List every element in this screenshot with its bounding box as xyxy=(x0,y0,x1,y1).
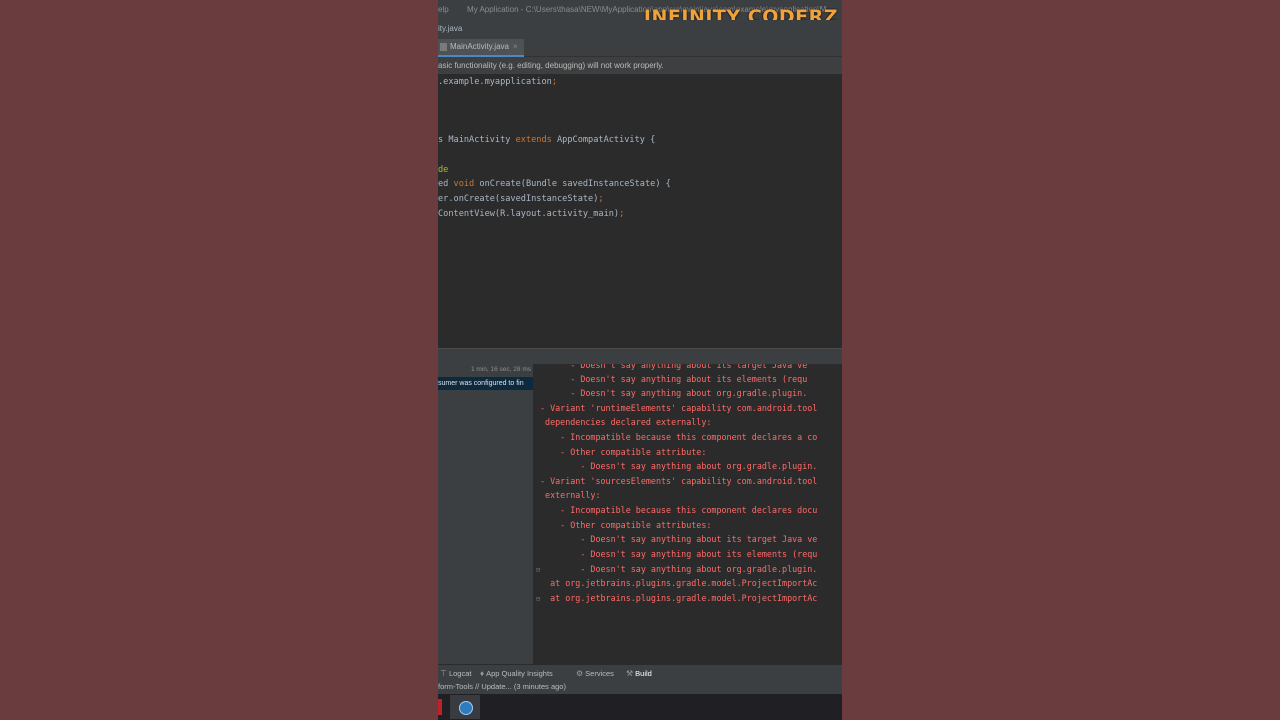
background-left xyxy=(0,0,438,720)
console-line: dependencies declared externally: xyxy=(540,417,712,427)
warning-banner: asic functionality (e.g. editing, debugg… xyxy=(438,57,842,74)
console-line: externally: xyxy=(540,490,601,500)
code-line: de xyxy=(438,165,449,175)
build-tree-selected-item[interactable]: sumer was configured to fin xyxy=(438,377,533,390)
insights-icon: ♦ xyxy=(480,669,485,678)
console-line: - Doesn't say anything about org.gradle.… xyxy=(540,461,818,471)
console-line: at org.jetbrains.plugins.gradle.model.Pr… xyxy=(540,578,818,588)
fold-marker-icon[interactable]: ⊟ xyxy=(536,566,540,574)
java-file-icon xyxy=(440,42,447,51)
code-line: er.onCreate(savedInstanceState); xyxy=(438,194,604,204)
build-duration: 1 min, 16 sec, 28 ms xyxy=(471,366,531,373)
fold-marker-icon[interactable]: ⊟ xyxy=(536,595,540,603)
console-line: - Other compatible attribute: xyxy=(540,447,707,457)
taskbar-indicator xyxy=(438,699,442,715)
console-line: - Variant 'sourcesElements' capability c… xyxy=(540,476,818,486)
editor-tab-bar: MainActivity.java × xyxy=(438,38,842,57)
tool-logcat[interactable]: ⊤ Logcat xyxy=(440,665,472,682)
tab-mainactivity[interactable]: MainActivity.java × xyxy=(438,39,524,57)
console-line: - Doesn't say anything about org.gradle.… xyxy=(540,564,818,574)
console-line: - Incompatible because this component de… xyxy=(540,432,818,442)
build-tree: 1 min, 16 sec, 28 ms sumer was configure… xyxy=(438,364,534,664)
code-line: ed void onCreate(Bundle savedInstanceSta… xyxy=(438,179,671,189)
console-line: - Doesn't say anything about org.gradle.… xyxy=(540,388,808,398)
hammer-icon: ⚒ xyxy=(626,669,634,678)
os-taskbar xyxy=(438,694,842,720)
code-line: ContentView(R.layout.activity_main); xyxy=(438,209,625,219)
status-bar: form-Tools // Update... (3 minutes ago) xyxy=(438,681,842,694)
console-line: - Other compatible attributes: xyxy=(540,520,712,530)
code-line: .example.myapplication; xyxy=(438,77,558,87)
console-line: at org.jetbrains.plugins.gradle.model.Pr… xyxy=(540,593,818,603)
console-line: - Incompatible because this component de… xyxy=(540,505,818,515)
taskbar-app-button[interactable] xyxy=(450,695,480,719)
console-line: - Doesn't say anything about its element… xyxy=(540,374,808,384)
panel-divider[interactable] xyxy=(438,348,842,365)
breadcrumb[interactable]: ity.java xyxy=(438,20,842,38)
services-icon: ⚙ xyxy=(576,669,584,678)
menu-help[interactable]: elp xyxy=(438,0,449,20)
android-studio-icon xyxy=(459,701,473,715)
close-icon[interactable]: × xyxy=(513,42,518,51)
code-line: s MainActivity extends AppCompatActivity… xyxy=(438,135,656,145)
code-editor[interactable]: .example.myapplication; s MainActivity e… xyxy=(438,74,842,348)
tool-services[interactable]: ⚙ Services xyxy=(576,665,614,682)
tool-app-quality-insights[interactable]: ♦ App Quality Insights xyxy=(480,665,553,682)
tool-window-strip: ⊤ Logcat ♦ App Quality Insights ⚙ Services … xyxy=(438,664,842,682)
ide-window: elp My Application - C:\Users\thasa\NEW\… xyxy=(438,0,842,720)
console-line: - Doesn't say anything about its target … xyxy=(540,534,818,544)
console-line: - Doesn't say anything about its element… xyxy=(540,549,818,559)
tool-build[interactable]: ⚒ Build xyxy=(626,665,652,682)
console-line: - Doesn't say anything about its target … xyxy=(540,364,808,370)
logcat-icon: ⊤ xyxy=(440,669,447,678)
background-right xyxy=(842,0,1280,720)
tab-label: MainActivity.java xyxy=(450,42,509,51)
console-line: - Variant 'runtimeElements' capability c… xyxy=(540,403,818,413)
build-console[interactable]: - Doesn't say anything about its target … xyxy=(534,364,842,664)
